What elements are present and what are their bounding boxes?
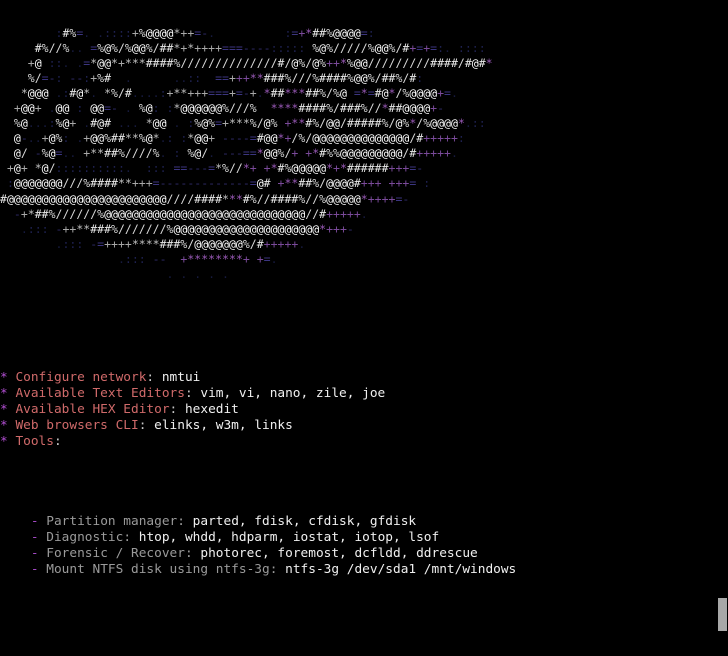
info-item-label: Tools: [15, 434, 54, 449]
info-list: * Configure network: nmtui * Available Te…: [0, 370, 728, 450]
dash-icon: -: [30, 530, 39, 545]
info-item-label: Available HEX Editor: [15, 402, 170, 417]
scrollbar-track[interactable]: [718, 0, 728, 656]
info-list-item: * Available Text Editors: vim, vi, nano,…: [0, 386, 728, 402]
info-list-item: * Tools:: [0, 434, 728, 450]
ascii-art-line: +@+ *@/::::::::::. ::: ==---=*%//*+ +*#%…: [6, 161, 424, 176]
info-item-value: elinks, w3m, links: [154, 418, 293, 433]
tools-item-label: Forensic / Recover: [46, 546, 185, 561]
ascii-art-line: .::: -++**###%///////%@@@@@@@@@@@@@@@@@@…: [20, 221, 354, 236]
info-list-item: * Available HEX Editor: hexedit: [0, 402, 728, 418]
tools-item-value: ntfs-3g /dev/sda1 /mnt/windows: [285, 562, 517, 577]
ascii-art-line: *@@@ .:#@*. *%/#....:+**+++===+=-+.*##**…: [20, 85, 458, 100]
tools-item-separator: :: [177, 514, 193, 529]
scrollbar-thumb[interactable]: [718, 598, 727, 631]
info-item-value: nmtui: [161, 370, 201, 385]
bullet-icon: *: [0, 402, 8, 417]
tools-item-separator: :: [184, 546, 201, 561]
info-item-separator: :: [53, 434, 62, 449]
bullet-icon: *: [0, 418, 8, 433]
info-item-value: hexedit: [184, 402, 239, 417]
info-item-label: Available Text Editors: [15, 386, 185, 401]
bullet-icon: *: [0, 386, 8, 401]
ascii-art-line: :@@@@@@@///%####**+++=-------------=@# +…: [6, 176, 431, 191]
bullet-icon: *: [0, 370, 8, 385]
tools-item-label: Mount NTFS disk using ntfs-3g: [46, 562, 270, 577]
info-item-separator: :: [146, 370, 162, 385]
bullet-icon: *: [0, 434, 8, 449]
console-output: * Configure network: nmtui * Available Te…: [0, 306, 728, 656]
info-item-separator: :: [138, 418, 155, 433]
tools-item-value: parted, fdisk, cfdisk, gfdisk: [192, 514, 417, 529]
tools-item-value: htop, whdd, hdparm, iostat, iotop, lsof: [138, 530, 440, 545]
dash-icon: -: [30, 514, 39, 529]
terminal-window[interactable]: :#%=. .::::+%@@@@*++=-. :=+*##%@@@@=: #%…: [0, 0, 728, 656]
tools-list-item: - Diagnostic: htop, whdd, hdparm, iostat…: [0, 530, 728, 546]
tools-list: - Partition manager: parted, fdisk, cfdi…: [0, 514, 728, 578]
tools-list-item: - Forensic / Recover: photorec, foremost…: [0, 546, 728, 562]
ascii-art-line: @-..+@%: .+@@%##**%@*.: :*@@+ ----=#@@*+…: [13, 131, 465, 146]
tools-item-label: Partition manager: [46, 514, 178, 529]
tools-list-item: - Partition manager: parted, fdisk, cfdi…: [0, 514, 728, 530]
ascii-art-line: +@@+ .@@ : @@=- . %@: :*@@@@@@%///% ****…: [13, 100, 444, 115]
ascii-art-line: #@@@@@@@@@@@@@@@@@@@@@@@////####***#%//#…: [0, 191, 410, 206]
info-item-separator: :: [169, 402, 185, 417]
dash-icon: -: [30, 562, 39, 577]
ascii-art-line: @/ -%@=.. +**##%////%. : %@/. ---==*@@%/…: [13, 146, 458, 161]
ascii-art-line: %@...:%@+ .#@# ... *@@ . :%@%=+***%/@% +…: [13, 116, 486, 131]
ascii-art-line: :#%=. .::::+%@@@@*++=-. :=+*##%@@@@=:: [55, 25, 375, 40]
ascii-art-line: %/=-: --:+%# . ..:: ==+++**###%///%####%…: [27, 70, 424, 85]
info-list-item: * Configure network: nmtui: [0, 370, 728, 386]
dash-icon: -: [30, 546, 39, 561]
ascii-art-banner: :#%=. .::::+%@@@@*++=-. :=+*##%@@@@=: #%…: [0, 26, 728, 283]
tools-item-separator: :: [123, 530, 139, 545]
ascii-art-line: .::: -=++++****###%/@@@@@@@%/#+++++.: [55, 236, 306, 251]
info-list-item: * Web browsers CLI: elinks, w3m, links: [0, 418, 728, 434]
tools-item-label: Diagnostic: [46, 530, 124, 545]
info-item-label: Web browsers CLI: [15, 418, 139, 433]
tools-item-value: photorec, foremost, dcfldd, ddrescue: [200, 546, 478, 561]
ascii-art-line: . . . . .: [166, 267, 229, 281]
ascii-art-line: +@ ::. .=*@@*+***####%//////////////#/@%…: [27, 55, 493, 70]
tools-item-separator: :: [269, 562, 286, 577]
info-item-value: vim, vi, nano, zile, joe: [200, 386, 386, 401]
tools-list-item: - Mount NTFS disk using ntfs-3g: ntfs-3g…: [0, 562, 728, 578]
info-item-separator: :: [184, 386, 201, 401]
ascii-art-line: .::: -- +********+ +=.: [117, 251, 278, 266]
info-item-label: Configure network: [15, 370, 147, 385]
ascii-art-line: -+*##%//////%@@@@@@@@@@@@@@@@@@@@@@@@@@@…: [13, 206, 368, 221]
ascii-art-line: #%//%.. =%@%/%@@%/##*+*++++===----::::: …: [34, 40, 486, 55]
